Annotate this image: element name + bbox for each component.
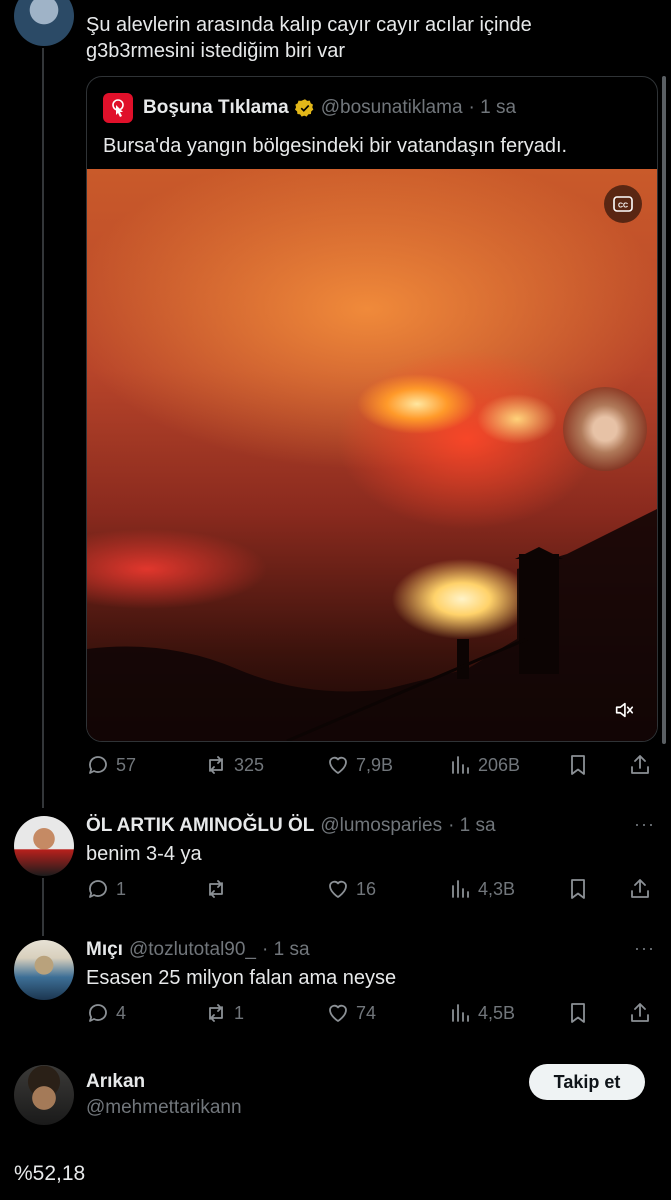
reply-time: · 1 sa [448,815,496,836]
more-options-icon[interactable]: ··· [634,814,655,835]
footer-text: %52,18 [14,1162,86,1185]
tweet-text: Şu alevlerin arasında kalıp cayır cayır … [86,14,532,62]
views-button[interactable]: 4,5B [448,998,515,1028]
views-button[interactable]: 4,3B [448,874,515,904]
avatar[interactable] [14,940,74,1000]
reply-time: · 1 sa [262,939,310,960]
quote-author-name[interactable]: Boşuna Tıklama [143,97,289,119]
more-options-icon[interactable]: ··· [634,938,655,959]
views-button[interactable]: 206B [448,750,520,780]
share-button[interactable] [628,998,652,1028]
profile-handle[interactable]: @mehmettarikann [86,1097,242,1119]
reply-icon [89,880,107,898]
reply-handle[interactable]: @lumosparies [320,815,442,837]
verified-badge-icon [294,99,314,117]
cursor-click-icon [112,99,124,117]
scrollbar[interactable] [662,76,666,744]
volume-muted-icon [615,702,634,718]
tweet-actions: 57 325 7,9B 206B [86,750,656,780]
share-button[interactable] [628,750,652,780]
repost-button[interactable]: 325 [204,750,264,780]
like-button[interactable]: 7,9B [326,750,393,780]
reply-icon [89,756,107,774]
reply-actions: 4 1 74 4,5B [86,998,656,1028]
reply-icon [89,1004,107,1022]
heart-icon [329,756,347,774]
bookmark-icon [571,755,585,775]
like-button[interactable]: 74 [326,998,376,1028]
share-button[interactable] [628,874,652,904]
reply-button[interactable]: 57 [86,750,136,780]
reply-author-name[interactable]: Mıçı [86,939,123,961]
repost-icon [209,880,223,898]
reply-text: benim 3-4 ya [86,843,202,865]
bookmark-icon [571,1003,585,1023]
repost-button[interactable] [204,874,234,904]
share-icon [631,1003,649,1022]
thread-line [42,878,44,936]
closed-captions-icon: CC [613,196,633,212]
reply-text: Esasen 25 milyon falan ama neyse [86,967,397,989]
avatar[interactable] [14,816,74,876]
reply-author-name[interactable]: ÖL ARTIK AMINOĞLU ÖL [86,815,314,837]
quote-avatar[interactable] [103,93,133,123]
quote-text: Bursa'da yangın bölgesindeki bir vatanda… [103,135,568,157]
heart-icon [329,1004,347,1022]
profile-name[interactable]: Arıkan [86,1071,145,1093]
bookmark-button[interactable] [566,750,590,780]
share-icon [631,879,649,898]
repost-button[interactable]: 1 [204,998,244,1028]
reply-button[interactable]: 1 [86,874,126,904]
bookmark-button[interactable] [566,874,590,904]
lens-flare [563,387,647,471]
bar-chart-icon [452,756,469,774]
reply-actions: 1 16 4,3B [86,874,656,904]
repost-icon [209,1004,223,1022]
video-player[interactable]: CC [87,169,657,741]
repost-icon [209,756,223,774]
thread-line [42,48,44,808]
mute-button[interactable] [607,693,641,727]
bar-chart-icon [452,880,469,898]
reply-handle[interactable]: @tozlutotal90_ [129,939,256,961]
reply-button[interactable]: 4 [86,998,126,1028]
quote-card[interactable]: Boşuna Tıklama @bosunatiklama · 1 sa Bur… [86,76,658,742]
bar-chart-icon [452,1004,469,1022]
captions-button[interactable]: CC [604,185,642,223]
avatar[interactable] [14,0,74,46]
quote-time: · 1 sa [468,97,517,118]
svg-text:CC: CC [618,203,628,210]
avatar[interactable] [14,1065,74,1125]
heart-icon [329,880,347,898]
like-button[interactable]: 16 [326,874,376,904]
follow-button[interactable]: Takip et [529,1064,645,1100]
bookmark-icon [571,879,585,899]
quote-handle[interactable]: @bosunatiklama [321,97,463,119]
share-icon [631,755,649,774]
bookmark-button[interactable] [566,998,590,1028]
